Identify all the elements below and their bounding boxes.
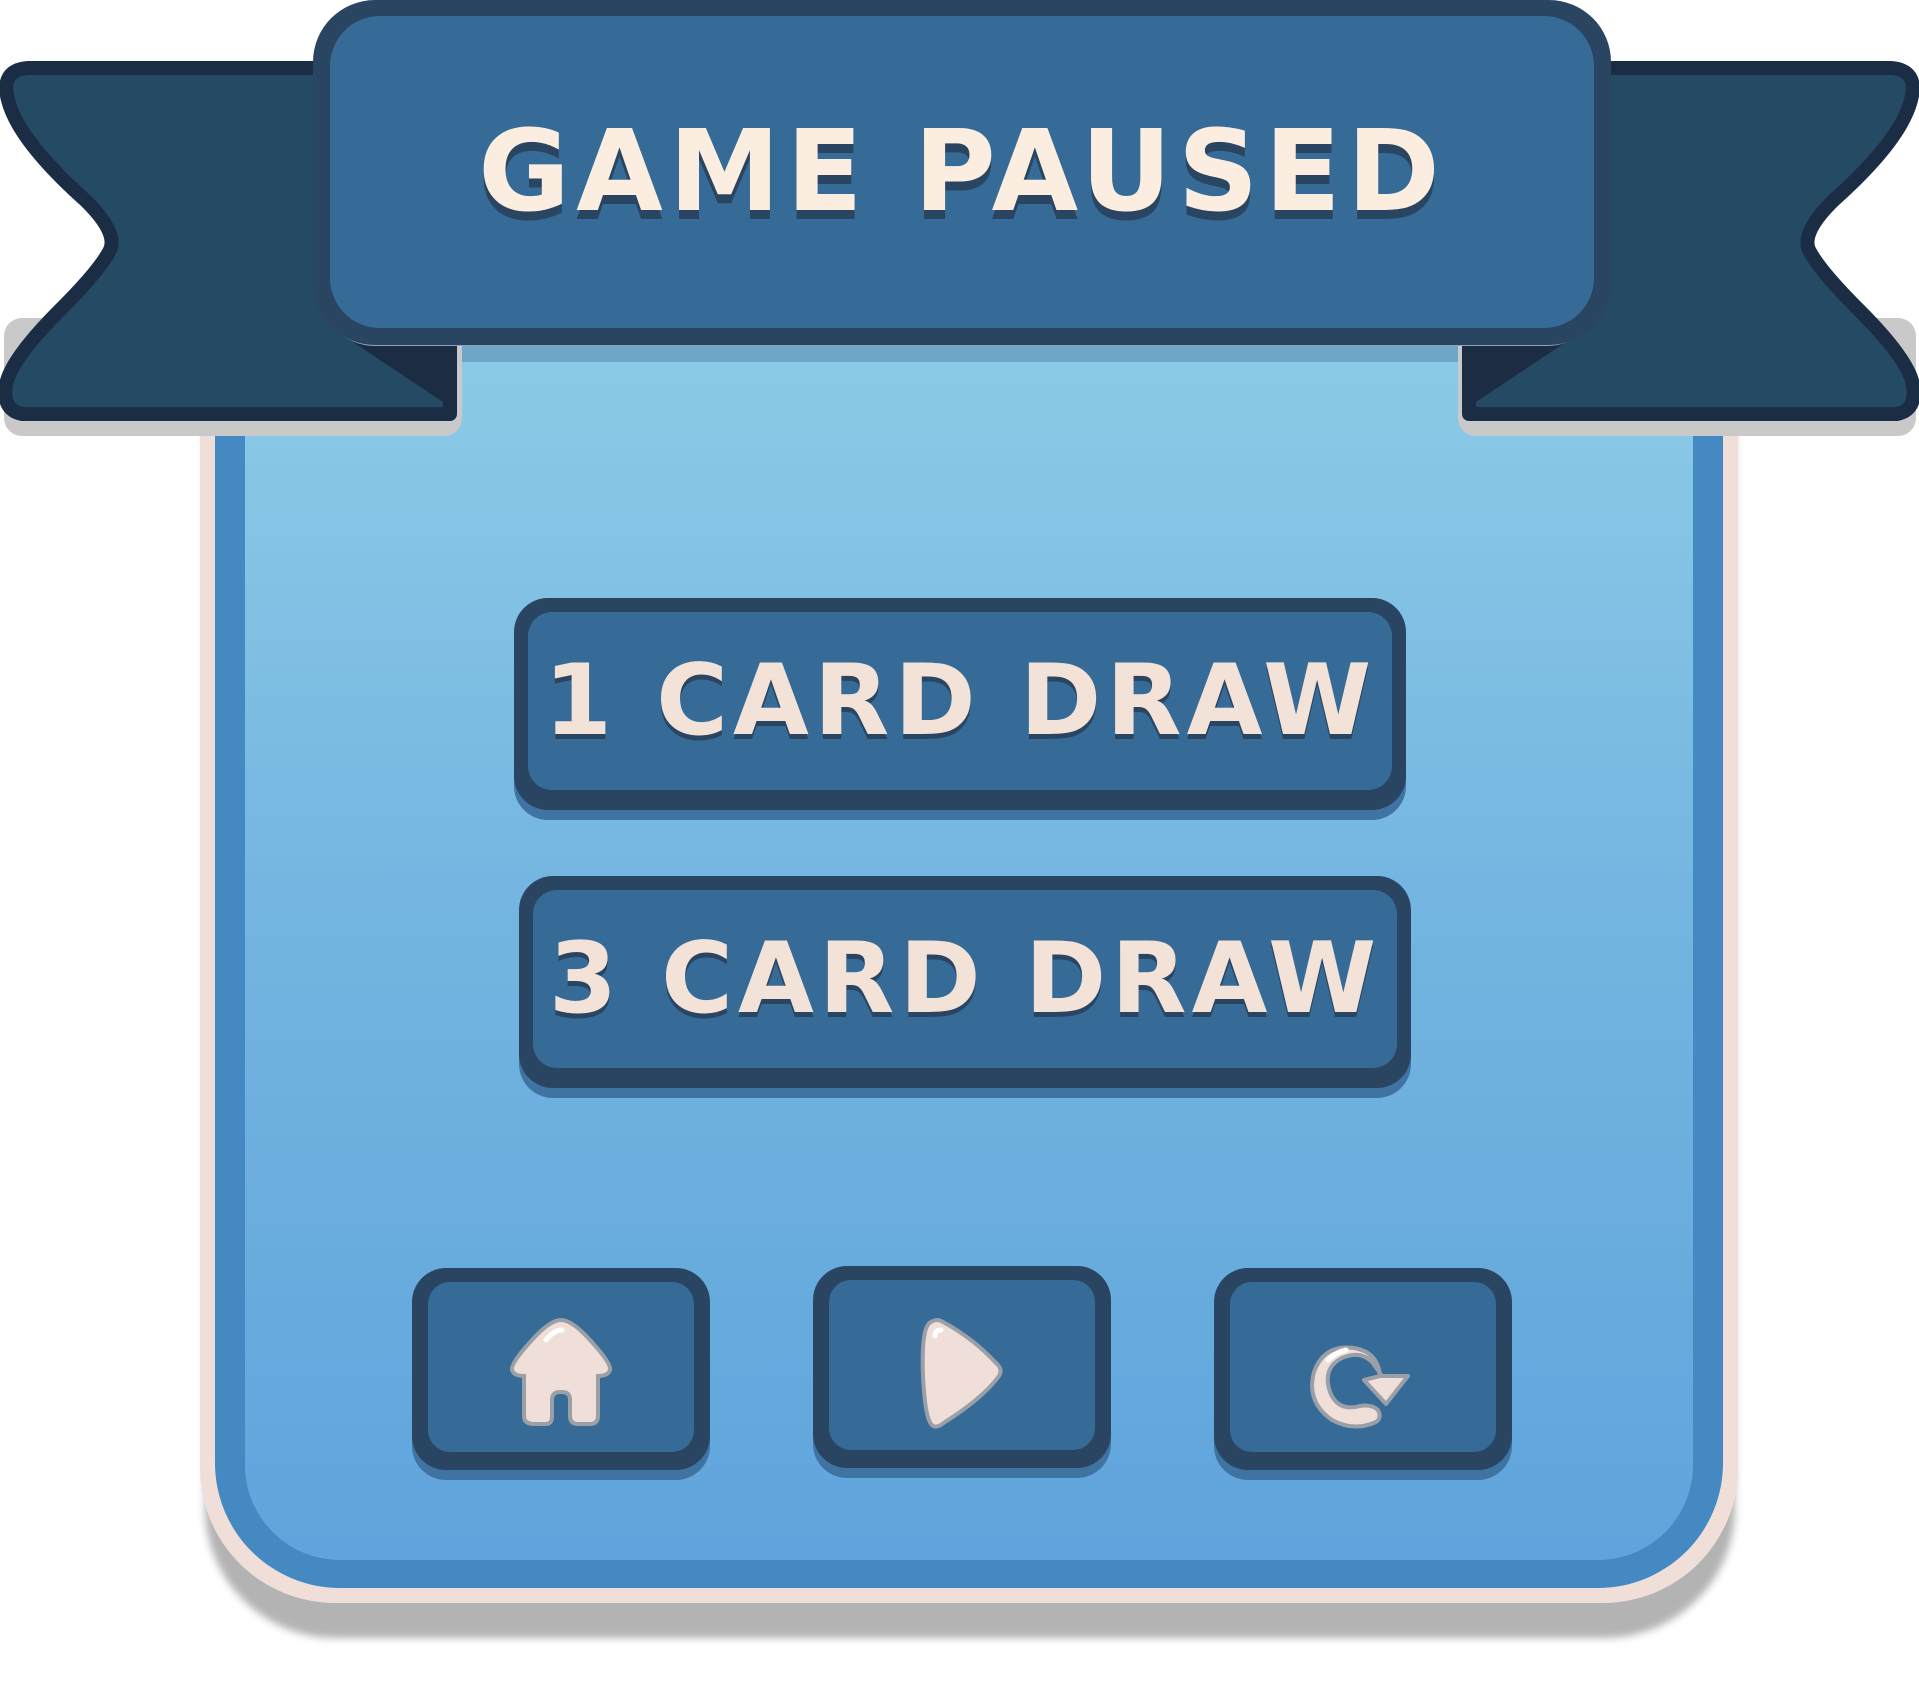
restart-button[interactable]	[1214, 1268, 1512, 1470]
dialog-title: GAME PAUSED	[478, 107, 1446, 237]
home-icon	[509, 1317, 613, 1426]
one-card-draw-button-face: 1 CARD DRAW	[528, 612, 1392, 790]
resume-button[interactable]	[813, 1266, 1111, 1468]
one-card-draw-button[interactable]: 1 CARD DRAW	[514, 598, 1406, 810]
three-card-draw-button[interactable]: 3 CARD DRAW	[519, 876, 1411, 1088]
play-icon	[920, 1318, 1003, 1429]
home-button[interactable]	[412, 1268, 710, 1470]
three-card-draw-label: 3 CARD DRAW	[548, 922, 1382, 1036]
three-card-draw-button-face: 3 CARD DRAW	[533, 890, 1397, 1068]
one-card-draw-label: 1 CARD DRAW	[543, 644, 1377, 758]
restart-icon	[1310, 1345, 1410, 1429]
